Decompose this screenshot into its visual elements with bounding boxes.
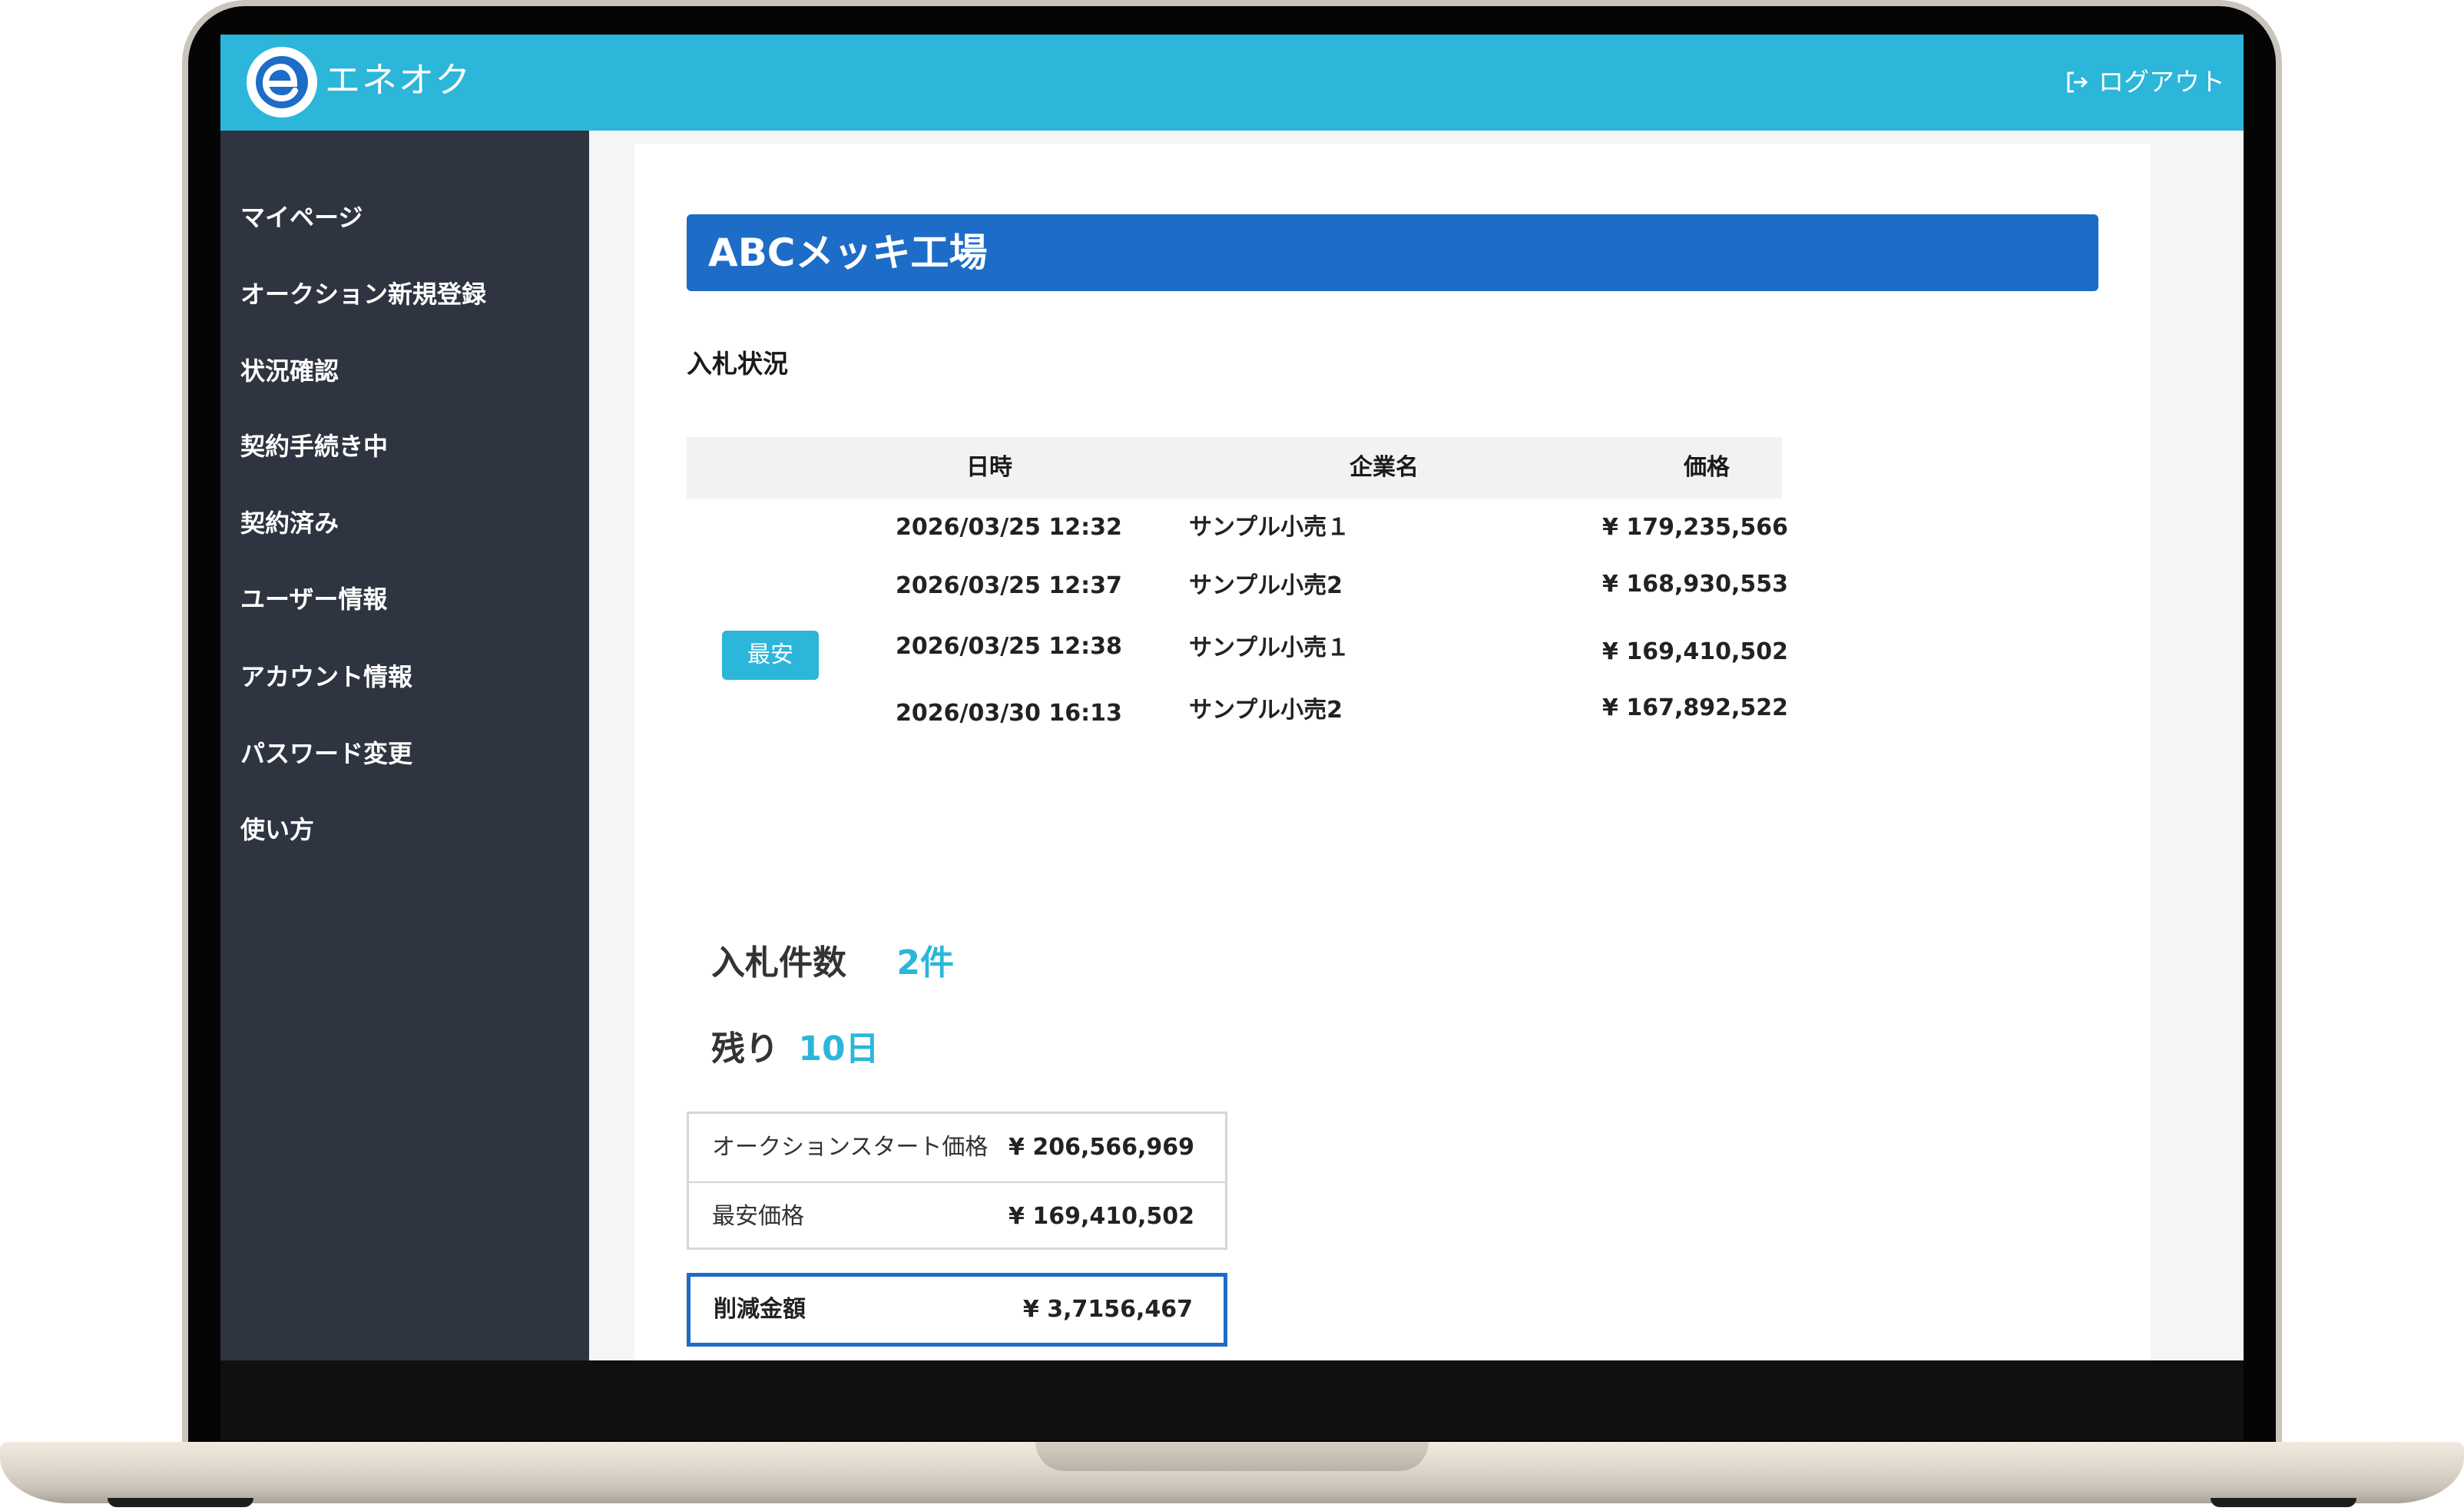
laptop-foot — [2211, 1498, 2356, 1507]
table-cell-datetime: 2026/03/30 16:13 — [896, 700, 1122, 727]
table-cell-company: サンプル小売１ — [1189, 635, 1350, 661]
sidebar-item-contracted[interactable]: 契約済み — [240, 500, 339, 546]
column-header-company: 企業名 — [1350, 454, 1419, 481]
laptop-notch — [1035, 1442, 1429, 1471]
table-cell-datetime: 2026/03/25 12:37 — [896, 572, 1122, 599]
lowest-price-row: 最安価格 ¥ 169,410,502 — [689, 1181, 1225, 1251]
company-banner: ABCメッキ工場 — [687, 214, 2098, 291]
table-cell-datetime: 2026/03/25 12:38 — [896, 633, 1122, 660]
table-cell-company: サンプル小売2 — [1189, 572, 1343, 599]
table-cell-company: サンプル小売2 — [1189, 697, 1343, 724]
sidebar-item-howto[interactable]: 使い方 — [240, 807, 314, 853]
price-summary: オークションスタート価格 ¥ 206,566,969 最安価格 ¥ 169,41… — [687, 1112, 1227, 1250]
remaining-value: 10日 — [798, 1029, 879, 1069]
sidebar-item-mypage[interactable]: マイページ — [240, 194, 363, 240]
logout-button[interactable]: ログアウト — [2065, 59, 2225, 105]
laptop-foot — [108, 1498, 253, 1507]
remaining-label: 残り — [711, 1029, 779, 1069]
table-cell-price: ¥ 169,410,502 — [1602, 638, 1788, 665]
cheapest-badge: 最安 — [722, 631, 819, 680]
screen: エネオク ログアウト マイページ オークション新規登録 状況確認 契約手続き中 … — [220, 35, 2244, 1360]
table-cell-price: ¥ 168,930,553 — [1602, 571, 1788, 598]
logout-label: ログアウト — [2098, 67, 2225, 97]
sidebar-item-contracting[interactable]: 契約手続き中 — [240, 423, 388, 469]
remaining-days: 残り 10日 — [711, 1019, 879, 1080]
sidebar-item-user-info[interactable]: ユーザー情報 — [240, 576, 387, 622]
bid-count-label: 入札件数 — [711, 943, 846, 982]
app-header: エネオク ログアウト — [220, 35, 2244, 131]
app-name: エネオク — [325, 59, 472, 101]
sidebar-item-status[interactable]: 状況確認 — [240, 348, 339, 394]
bid-count-value: 2件 — [896, 943, 954, 982]
laptop-chin — [220, 1360, 2244, 1440]
logo-icon[interactable] — [247, 47, 317, 118]
table-cell-price: ¥ 179,235,566 — [1602, 514, 1788, 541]
table-cell-datetime: 2026/03/25 12:32 — [896, 514, 1122, 541]
start-price-value: ¥ 206,566,969 — [1008, 1134, 1194, 1161]
savings-summary: 削減金額 ¥ 3,7156,467 — [687, 1273, 1227, 1347]
bid-table: 日時 企業名 価格 2026/03/25 12:32 サンプル小売１ ¥ 179… — [687, 437, 1788, 729]
sidebar-item-password[interactable]: パスワード変更 — [240, 731, 412, 777]
lowest-price-label: 最安価格 — [712, 1203, 804, 1230]
table-cell-price: ¥ 167,892,522 — [1602, 694, 1788, 721]
start-price-label: オークションスタート価格 — [712, 1134, 989, 1161]
content-card: ABCメッキ工場 入札状況 日時 企業名 価格 2026/03/25 12:32… — [634, 144, 2151, 1360]
table-cell-company: サンプル小売１ — [1189, 514, 1350, 541]
savings-label: 削減金額 — [714, 1296, 806, 1323]
start-price-row: オークションスタート価格 ¥ 206,566,969 — [689, 1114, 1225, 1181]
savings-value: ¥ 3,7156,467 — [1022, 1296, 1193, 1323]
table-header: 日時 企業名 価格 — [687, 437, 1782, 499]
bid-count: 入札件数 2件 — [711, 933, 954, 994]
sidebar-item-new-auction[interactable]: オークション新規登録 — [240, 271, 486, 317]
column-header-datetime: 日時 — [966, 454, 1012, 481]
column-header-price: 価格 — [1684, 454, 1730, 481]
sidebar: マイページ オークション新規登録 状況確認 契約手続き中 契約済み ユーザー情報… — [220, 131, 589, 1360]
lowest-price-value: ¥ 169,410,502 — [1008, 1203, 1194, 1230]
section-title: 入札状況 — [687, 349, 788, 379]
sidebar-item-account-info[interactable]: アカウント情報 — [240, 654, 412, 700]
logout-icon — [2067, 71, 2088, 93]
company-title: ABCメッキ工場 — [708, 230, 988, 275]
